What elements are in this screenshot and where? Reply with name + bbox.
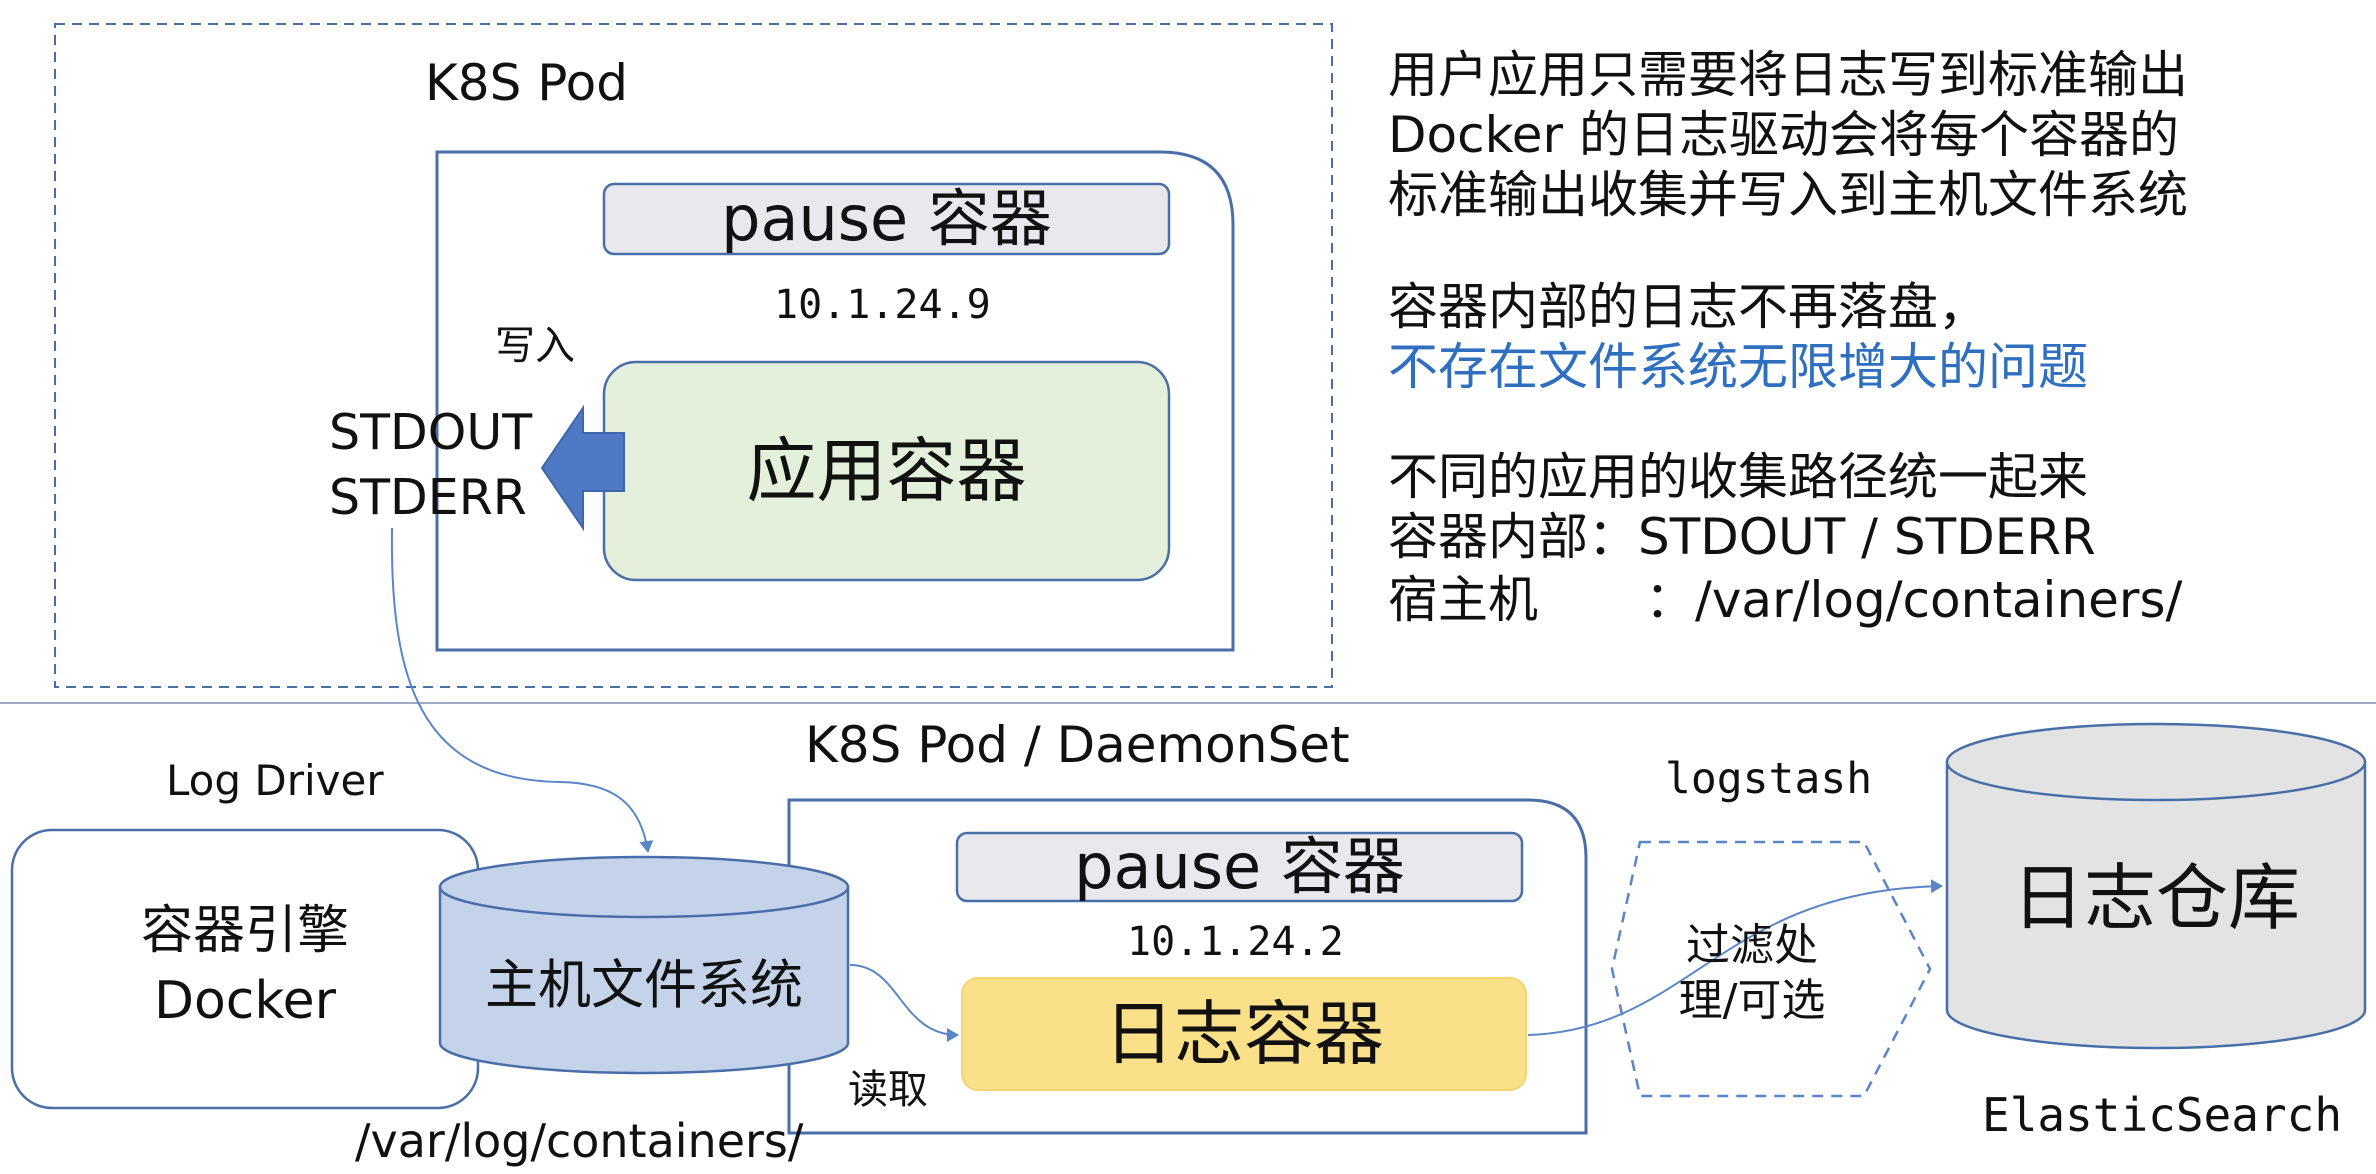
app-container-label: 应用容器 xyxy=(746,430,1027,512)
log-store-cylinder-top xyxy=(1945,722,2367,802)
read-label: 读取 xyxy=(848,1067,928,1113)
stdout-label: STDOUT xyxy=(329,404,533,461)
top-pod-ip: 10.1.24.9 xyxy=(774,282,991,328)
note-line-3: 标准输出收集并写入到主机文件系统 xyxy=(1388,166,2188,224)
log-container-label: 日志容器 xyxy=(1104,993,1384,1075)
note-host-path: ：/var/log/containers/ xyxy=(1645,571,2183,629)
filter-label-line2: 理/可选 xyxy=(1678,975,1826,1026)
filter-label-line1: 过滤处 xyxy=(1686,920,1818,971)
diagram-canvas: K8S Pod pause 容器 10.1.24.9 写入 STDOUT STD… xyxy=(0,0,2376,1174)
engine-label-line1: 容器引擎 xyxy=(140,901,349,961)
log-driver-label: Log Driver xyxy=(166,756,384,805)
log-store-label: 日志仓库 xyxy=(2011,856,2300,940)
stderr-label: STDERR xyxy=(329,469,527,526)
write-label: 写入 xyxy=(495,323,575,369)
bottom-pause-container-label: pause 容器 xyxy=(1074,830,1405,903)
elasticsearch-label: ElasticSearch xyxy=(1982,1088,2343,1142)
host-fs-path: /var/log/containers/ xyxy=(355,1114,804,1168)
host-fs-cylinder-top xyxy=(438,855,850,919)
note-host-label: 宿主机 xyxy=(1388,571,1538,629)
note-line-6: 不同的应用的收集路径统一起来 xyxy=(1388,448,2088,506)
logstash-label: logstash xyxy=(1665,754,1873,804)
bottom-pod-ip: 10.1.24.2 xyxy=(1127,919,1344,965)
container-engine-box xyxy=(10,828,480,1110)
host-fs-label: 主机文件系统 xyxy=(485,954,803,1016)
top-pod-title: K8S Pod xyxy=(425,54,628,112)
engine-label-line2: Docker xyxy=(153,971,337,1031)
note-highlight-line: 不存在文件系统无限增大的问题 xyxy=(1388,338,2088,396)
note-line-1: 用户应用只需要将日志写到标准输出 xyxy=(1388,46,2188,104)
top-pause-container-label: pause 容器 xyxy=(721,182,1052,255)
note-line-7: 容器内部：STDOUT / STDERR xyxy=(1388,508,2096,566)
note-line-4: 容器内部的日志不再落盘， xyxy=(1388,278,1988,336)
note-line-2: Docker 的日志驱动会将每个容器的 xyxy=(1388,106,2179,164)
daemonset-title: K8S Pod / DaemonSet xyxy=(805,716,1350,774)
